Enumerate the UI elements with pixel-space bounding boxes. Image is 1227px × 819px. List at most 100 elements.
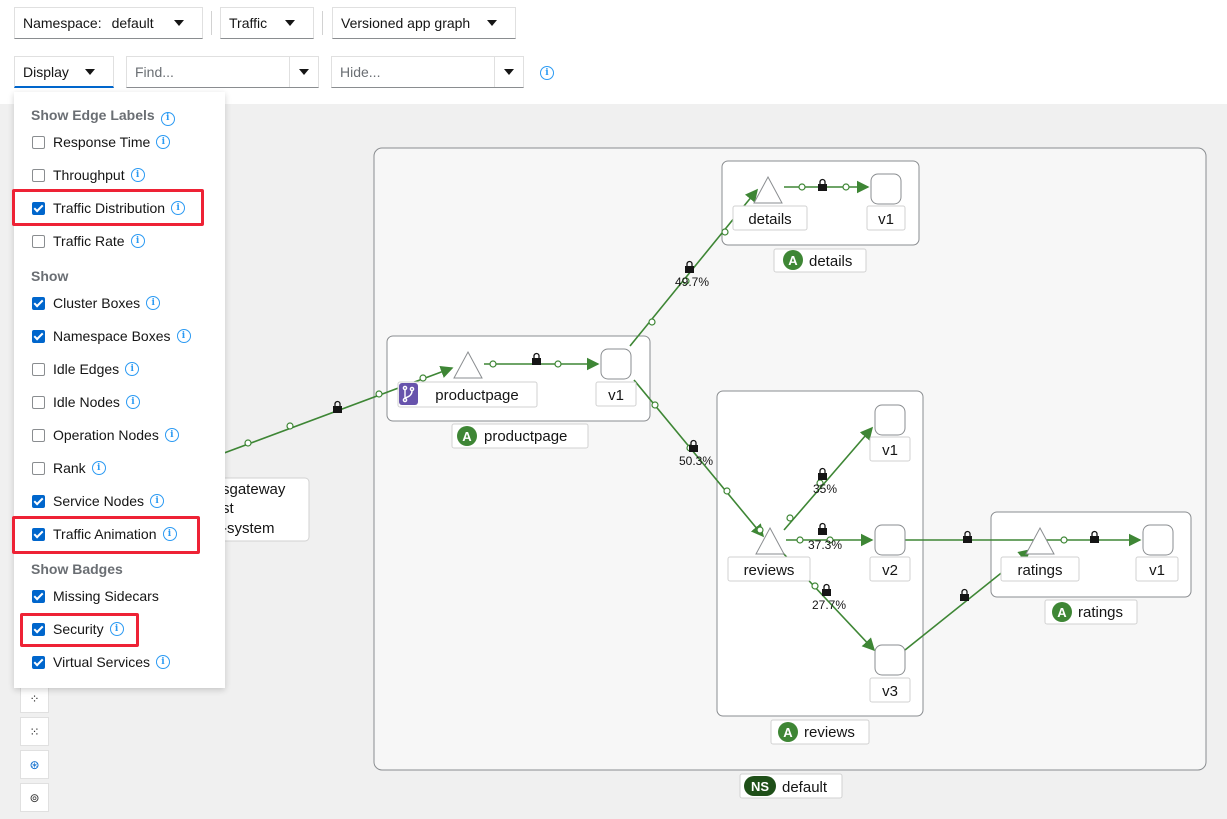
info-icon[interactable]: i <box>125 362 140 376</box>
checkbox[interactable] <box>32 135 45 149</box>
info-icon[interactable]: i <box>156 655 171 669</box>
node-label-reviews-v2: v2 <box>882 562 898 579</box>
menu-item-missing-sidecars[interactable]: Missing Sidecars <box>32 586 159 606</box>
menu-item-idle-edges[interactable]: Idle Edges i <box>32 359 140 379</box>
info-icon[interactable]: i <box>130 168 145 182</box>
display-menu: Show Edge Labels i Response Time i Through… <box>14 92 225 688</box>
info-icon[interactable]: i <box>125 395 140 409</box>
layout-icon: ⊚ <box>29 790 40 805</box>
menu-header: Show Edge Labels i <box>31 107 175 126</box>
ingress-label-line3: -system <box>222 520 275 537</box>
app-badge-letter: A <box>1057 605 1067 620</box>
menu-item-virtual-services[interactable]: Virtual Services i <box>32 652 171 672</box>
menu-item-label: Namespace Boxes <box>53 328 171 344</box>
namespace-badge-text: NS <box>751 779 769 794</box>
workload-node-ratings-v1[interactable] <box>1142 524 1174 556</box>
menu-item-label: Idle Edges <box>53 361 120 377</box>
layout-icon: ⊛ <box>29 757 40 772</box>
app-badge-letter: A <box>783 725 793 740</box>
menu-item-label: Idle Nodes <box>53 394 120 410</box>
edge-label-details: 49.7% <box>675 275 709 289</box>
menu-item-response-time[interactable]: Response Time i <box>32 132 171 152</box>
workload-node-reviews-v3[interactable] <box>874 644 906 676</box>
node-label-ratings-v1: v1 <box>1149 562 1165 579</box>
workload-node-reviews-v1[interactable] <box>874 404 906 436</box>
workload-node-productpage-v1[interactable] <box>600 348 632 380</box>
edge-label-reviews-v1: 35% <box>813 482 837 496</box>
info-icon[interactable]: i <box>164 428 179 442</box>
app-badge-letter: A <box>462 429 472 444</box>
checkbox[interactable] <box>32 494 45 508</box>
info-icon[interactable]: i <box>176 329 191 343</box>
node-label-reviews-v3: v3 <box>882 683 898 700</box>
menu-header-text: Show Edge Labels <box>31 107 155 123</box>
menu-header: Show <box>31 268 68 284</box>
menu-item-label: Throughput <box>53 167 125 183</box>
layout-dagre-button[interactable]: ⁘ <box>20 684 49 713</box>
info-icon[interactable]: i <box>91 461 106 475</box>
menu-item-cluster-boxes[interactable]: Cluster Boxes i <box>32 293 161 313</box>
checkbox[interactable] <box>32 362 45 376</box>
app-label-productpage: productpage <box>484 428 567 445</box>
namespace-label-default: default <box>782 779 828 796</box>
app-label-ratings: ratings <box>1078 604 1123 621</box>
checkbox[interactable] <box>32 655 45 669</box>
layout-cola-button[interactable]: ⊛ <box>20 750 49 779</box>
node-label-productpage: productpage <box>435 387 518 404</box>
edge-label-reviews: 50.3% <box>679 454 713 468</box>
app-label-reviews: reviews <box>804 724 855 741</box>
info-icon[interactable]: i <box>130 234 145 248</box>
menu-header-text: Show Badges <box>31 561 123 577</box>
checkbox[interactable] <box>32 329 45 343</box>
highlight-traffic-distribution <box>12 189 204 226</box>
menu-item-rank[interactable]: Rank i <box>32 458 106 478</box>
menu-item-label: Virtual Services <box>53 654 151 670</box>
highlight-traffic-animation <box>12 516 200 554</box>
menu-item-label: Operation Nodes <box>53 427 159 443</box>
checkbox[interactable] <box>32 461 45 475</box>
menu-item-label: Rank <box>53 460 86 476</box>
info-icon[interactable]: i <box>150 494 165 508</box>
layout-icon: ⁙ <box>29 724 40 739</box>
menu-item-throughput[interactable]: Throughput i <box>32 165 145 185</box>
info-icon[interactable]: i <box>156 135 171 149</box>
info-icon[interactable]: i <box>160 111 175 126</box>
checkbox[interactable] <box>32 296 45 310</box>
lock-icon <box>333 400 342 413</box>
menu-header: Show Badges <box>31 561 123 577</box>
workload-node-details-v1[interactable] <box>870 173 902 205</box>
menu-item-traffic-rate[interactable]: Traffic Rate i <box>32 231 145 251</box>
app-label-details: details <box>809 253 852 270</box>
menu-item-idle-nodes[interactable]: Idle Nodes i <box>32 392 140 412</box>
layout-cose-button[interactable]: ⁙ <box>20 717 49 746</box>
menu-header-text: Show <box>31 268 69 284</box>
menu-item-label: Cluster Boxes <box>53 295 141 311</box>
info-icon[interactable]: i <box>146 296 161 310</box>
edge-label-reviews-v2: 37.3% <box>808 538 842 552</box>
menu-item-label: Missing Sidecars <box>53 588 159 604</box>
node-label-details-v1: v1 <box>878 211 894 228</box>
app-badge-letter: A <box>788 253 798 268</box>
menu-item-service-nodes[interactable]: Service Nodes i <box>32 491 165 511</box>
menu-item-namespace-boxes[interactable]: Namespace Boxes i <box>32 326 191 346</box>
node-label-reviews-v1: v1 <box>882 442 898 459</box>
workload-node-reviews-v2[interactable] <box>874 524 906 556</box>
checkbox[interactable] <box>32 234 45 248</box>
checkbox[interactable] <box>32 395 45 409</box>
edge-label-reviews-v3: 27.7% <box>812 598 846 612</box>
menu-item-operation-nodes[interactable]: Operation Nodes i <box>32 425 179 445</box>
layout-grid-button[interactable]: ⊚ <box>20 783 49 812</box>
checkbox[interactable] <box>32 589 45 603</box>
checkbox[interactable] <box>32 168 45 182</box>
virtual-service-badge <box>399 383 418 405</box>
checkbox[interactable] <box>32 428 45 442</box>
menu-item-label: Service Nodes <box>53 493 145 509</box>
node-label-details: details <box>748 211 791 228</box>
ingress-label-line1: sgateway <box>222 481 286 498</box>
menu-item-label: Traffic Rate <box>53 233 125 249</box>
layout-icon: ⁘ <box>29 691 40 706</box>
node-label-ratings: ratings <box>1017 562 1062 579</box>
node-label-reviews: reviews <box>744 562 795 579</box>
highlight-security <box>20 613 139 647</box>
menu-item-label: Response Time <box>53 134 151 150</box>
